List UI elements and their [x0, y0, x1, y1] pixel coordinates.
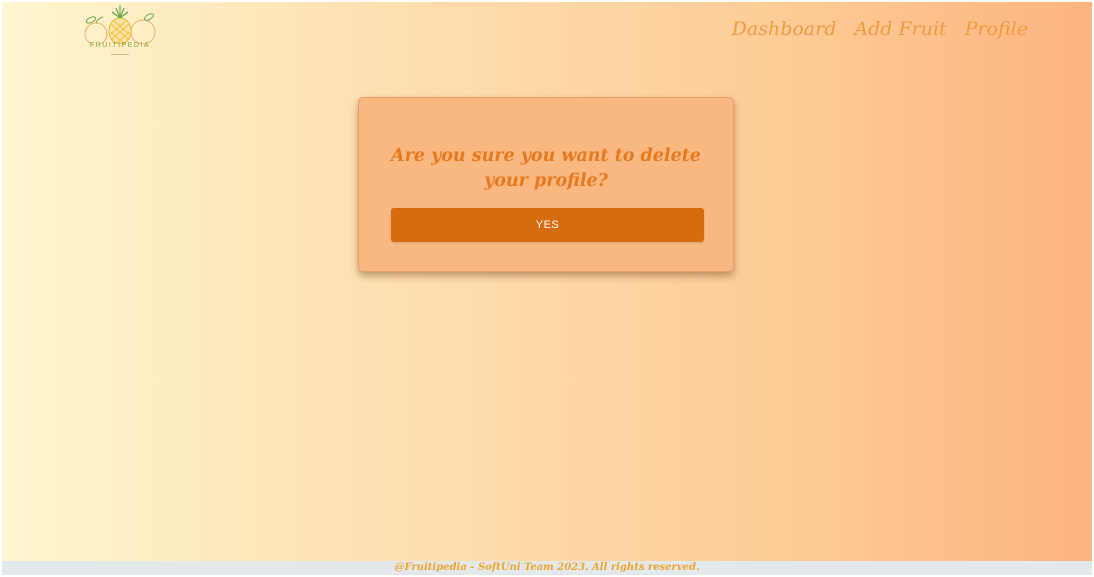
browser-viewport: FRUITIPEDIA Dashboard Add Fruit Profile … [2, 2, 1092, 575]
brand-logo[interactable]: FRUITIPEDIA [80, 4, 160, 58]
dialog-title: Are you sure you want to delete your pro… [391, 146, 701, 191]
page-background: FRUITIPEDIA Dashboard Add Fruit Profile … [2, 2, 1092, 561]
nav-link-add-fruit[interactable]: Add Fruit [854, 18, 946, 40]
confirm-delete-button[interactable]: YES [391, 208, 704, 242]
page-footer: @Fruitipedia - SoftUni Team 2023. All ri… [2, 561, 1092, 575]
nav-link-dashboard[interactable]: Dashboard [732, 18, 837, 40]
delete-profile-dialog: Are you sure you want to delete your pro… [358, 97, 734, 272]
footer-copyright: @Fruitipedia - SoftUni Team 2023. All ri… [394, 562, 700, 573]
fruit-basket-logo-icon [84, 5, 156, 44]
logo-underline [111, 54, 129, 55]
nav-link-profile[interactable]: Profile [965, 18, 1028, 40]
brand-name: FRUITIPEDIA [89, 42, 151, 49]
main-nav: Dashboard Add Fruit Profile [732, 18, 1028, 40]
